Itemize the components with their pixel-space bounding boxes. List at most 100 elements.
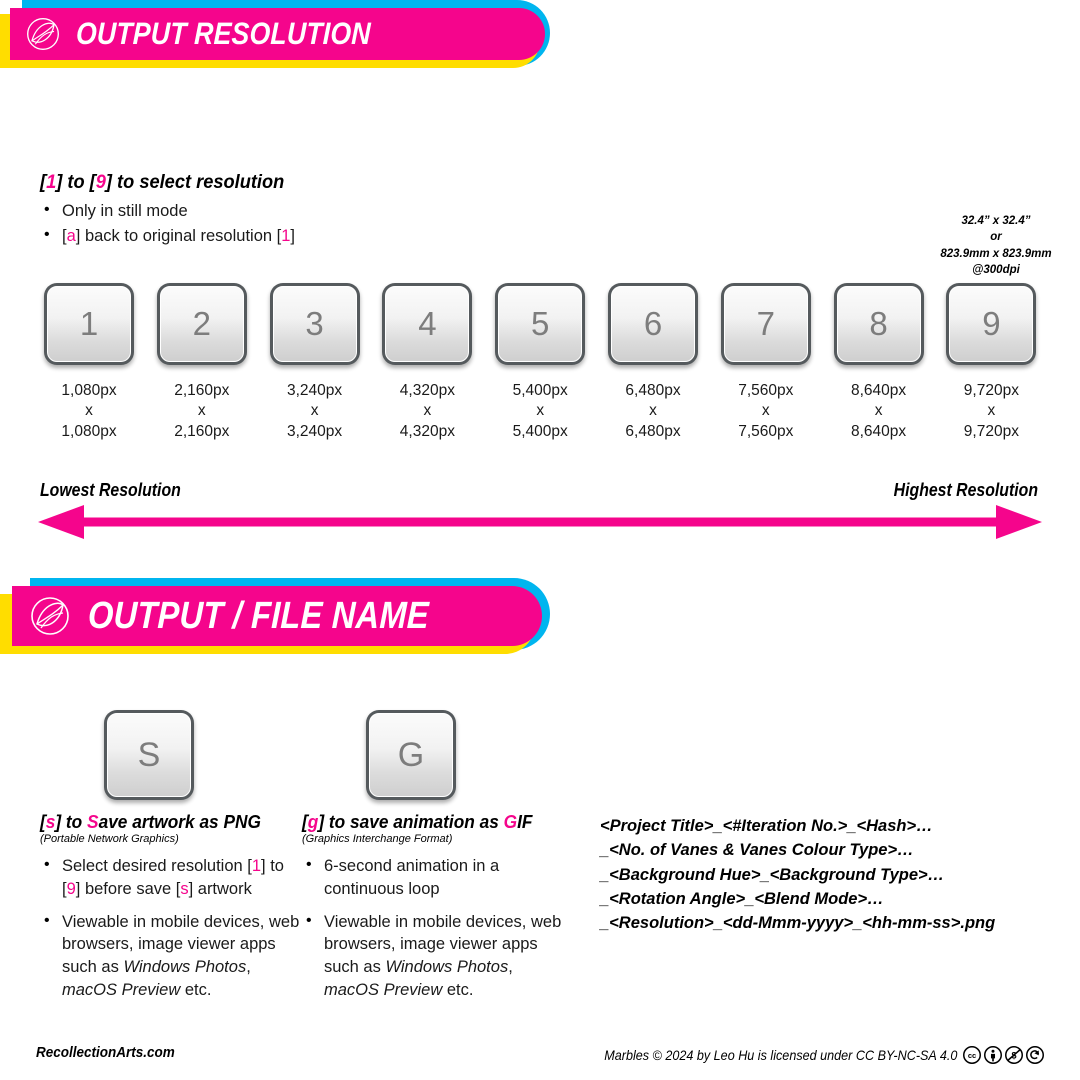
banner-magenta-layer: OUTPUT RESOLUTION — [10, 8, 545, 60]
license-text: Marbles © 2024 by Leo Hu is licensed und… — [603, 1047, 957, 1063]
gif-initial: G — [503, 812, 518, 832]
resolution-line-1: 7,560px — [738, 382, 794, 399]
resolution-line-2: x — [649, 402, 657, 420]
list-item: Only in still mode — [40, 199, 460, 223]
keycap-8[interactable]: 8 — [833, 283, 924, 365]
keycap-2-resolution: 2,160px x 2,160px — [147, 381, 257, 442]
resolution-line-3: 7,560px — [738, 422, 794, 440]
resolution-line-2: x — [761, 402, 770, 420]
resolution-line-2: x — [423, 402, 432, 420]
resolution-line-1: 4,320px — [399, 382, 455, 399]
png-save-initial: S — [87, 812, 99, 832]
filename-pattern-line: _<Rotation Angle>_<Blend Mode>… — [600, 889, 884, 908]
keycap-2-label: 2 — [159, 286, 244, 362]
png-b1-k2: 9 — [66, 879, 76, 898]
keycap-9-label: 9 — [949, 286, 1034, 362]
resolution-line-1: 3,240px — [287, 382, 343, 399]
keycap-3-resolution: 3,240px x 3,240px — [260, 381, 370, 442]
keycap-1[interactable]: 1 — [44, 283, 134, 365]
dpi-line-dpi: @300dpi — [972, 263, 1020, 276]
list-item: Viewable in mobile devices, web browsers… — [40, 910, 302, 1002]
bullet-key-a: a — [66, 226, 76, 245]
keycap-7[interactable]: 7 — [720, 283, 811, 365]
keycap-5-label: 5 — [498, 286, 583, 362]
svg-text:cc: cc — [968, 1051, 976, 1060]
keycap-5[interactable]: 5 — [495, 283, 586, 365]
png-b2-tail: etc. — [180, 980, 212, 999]
banner-magenta-layer: OUTPUT / FILE NAME — [12, 586, 542, 646]
scale-label-lowest: Lowest Resolution — [40, 480, 181, 500]
png-b1-k1: 1 — [251, 857, 262, 875]
footer-site-link[interactable]: RecollectionArts.com — [36, 1044, 175, 1061]
resolution-line-2: x — [874, 402, 883, 420]
resolution-line-3: 2,160px — [174, 422, 230, 440]
resolution-headline: [1] to [9] to select resolution — [40, 172, 284, 194]
banner-title: OUTPUT RESOLUTION — [75, 16, 372, 51]
keycap-4-resolution: 4,320px x 4,320px — [372, 381, 482, 442]
resolution-line-3: 3,240px — [287, 422, 343, 440]
png-b1-d: ] artwork — [188, 879, 252, 898]
keycap-1-resolution: 1,080px x 1,080px — [34, 381, 144, 442]
sa-icon — [1026, 1046, 1044, 1064]
png-headline: [s] to Save artwork as PNG — [40, 812, 261, 833]
keycap-2[interactable]: 2 — [156, 283, 247, 365]
keycap-s[interactable]: S — [104, 710, 194, 800]
section-banner-output-file-name: OUTPUT / FILE NAME — [0, 578, 560, 670]
gif-b2-it1: Windows Photos — [385, 958, 509, 977]
keycap-7-resolution: 7,560px x 7,560px — [711, 381, 821, 442]
png-b1-a: Select desired resolution [ — [62, 857, 252, 875]
resolution-line-3: 8,640px — [851, 422, 907, 440]
resolution-line-2: x — [310, 402, 319, 420]
resolution-line-2: x — [987, 402, 996, 420]
dpi-line-inches: 32.4” x 32.4” — [961, 215, 1031, 227]
poster-page: OUTPUT RESOLUTION [1] to [9] to select r… — [0, 0, 1080, 1080]
keycap-6[interactable]: 6 — [608, 283, 698, 365]
png-subnote: (Portable Network Graphics) — [40, 833, 179, 845]
keycap-g-label: G — [369, 713, 453, 797]
list-item: [a] back to original resolution [1] — [40, 224, 460, 248]
leaf-circle-logo-icon — [27, 18, 59, 50]
gif-headline-tail: IF — [517, 812, 533, 832]
png-bullet-list: Select desired resolution [1] to [9] bef… — [40, 854, 302, 1004]
keycap-8-resolution: 8,640px x 8,640px — [824, 381, 934, 442]
by-icon — [984, 1046, 1002, 1064]
keycap-g[interactable]: G — [366, 710, 456, 800]
resolution-line-3: 1,080px — [61, 422, 117, 440]
leaf-circle-logo-icon — [31, 597, 69, 635]
list-item: 6-second animation in a continuous loop — [302, 854, 564, 901]
keycap-s-label: S — [107, 713, 191, 797]
keycap-1-label: 1 — [47, 286, 131, 362]
resolution-line-1: 9,720px — [963, 382, 1019, 399]
filename-pattern-line: <Project Title>_<#Iteration No.>_<Hash>… — [600, 817, 933, 835]
headline-key-9: 9 — [95, 172, 106, 193]
dpi-note: 32.4” x 32.4” or 823.9mm x 823.9mm @300d… — [916, 213, 1076, 278]
keycap-6-label: 6 — [611, 286, 695, 362]
gif-bullet-list: 6-second animation in a continuous loop … — [302, 854, 564, 1004]
dpi-line-mm: 823.9mm x 823.9mm — [940, 247, 1052, 260]
nc-icon: $ — [1005, 1046, 1023, 1064]
filename-pattern-line: _<Resolution>_<dd-Mmm-yyyy>_<hh-mm-ss>.p… — [600, 914, 996, 932]
headline-tail: ] to select resolution — [105, 172, 285, 193]
resolution-range-arrow — [38, 505, 1042, 539]
keycap-4[interactable]: 4 — [382, 283, 473, 365]
gif-b2-it2: macOS Preview — [324, 980, 443, 999]
keycap-3-label: 3 — [272, 286, 357, 362]
resolution-line-2: x — [197, 402, 206, 420]
filename-pattern: <Project Title>_<#Iteration No.>_<Hash>…… — [600, 814, 995, 935]
banner-title: OUTPUT / FILE NAME — [87, 594, 430, 637]
resolution-line-2: x — [536, 402, 545, 420]
keycap-9[interactable]: 9 — [946, 283, 1037, 365]
gif-headline-mid: ] to save animation as — [318, 812, 504, 832]
headline-mid: ] to [ — [56, 172, 96, 193]
resolution-bullet-list: Only in still mode [a] back to original … — [40, 199, 460, 250]
list-item: Select desired resolution [1] to [9] bef… — [40, 854, 302, 901]
keycap-3[interactable]: 3 — [269, 283, 360, 365]
png-key-s: s — [45, 812, 56, 832]
bullet-mid: ] back to original resolution [ — [75, 226, 282, 245]
keycap-9-resolution: 9,720px x 9,720px — [936, 381, 1046, 442]
filename-pattern-line: _<No. of Vanes & Vanes Colour Type>… — [600, 841, 914, 860]
resolution-line-1: 2,160px — [174, 382, 230, 399]
bullet-post: ] — [290, 226, 296, 245]
scale-label-highest: Highest Resolution — [893, 480, 1038, 500]
gif-b2-tail: etc. — [442, 980, 474, 999]
